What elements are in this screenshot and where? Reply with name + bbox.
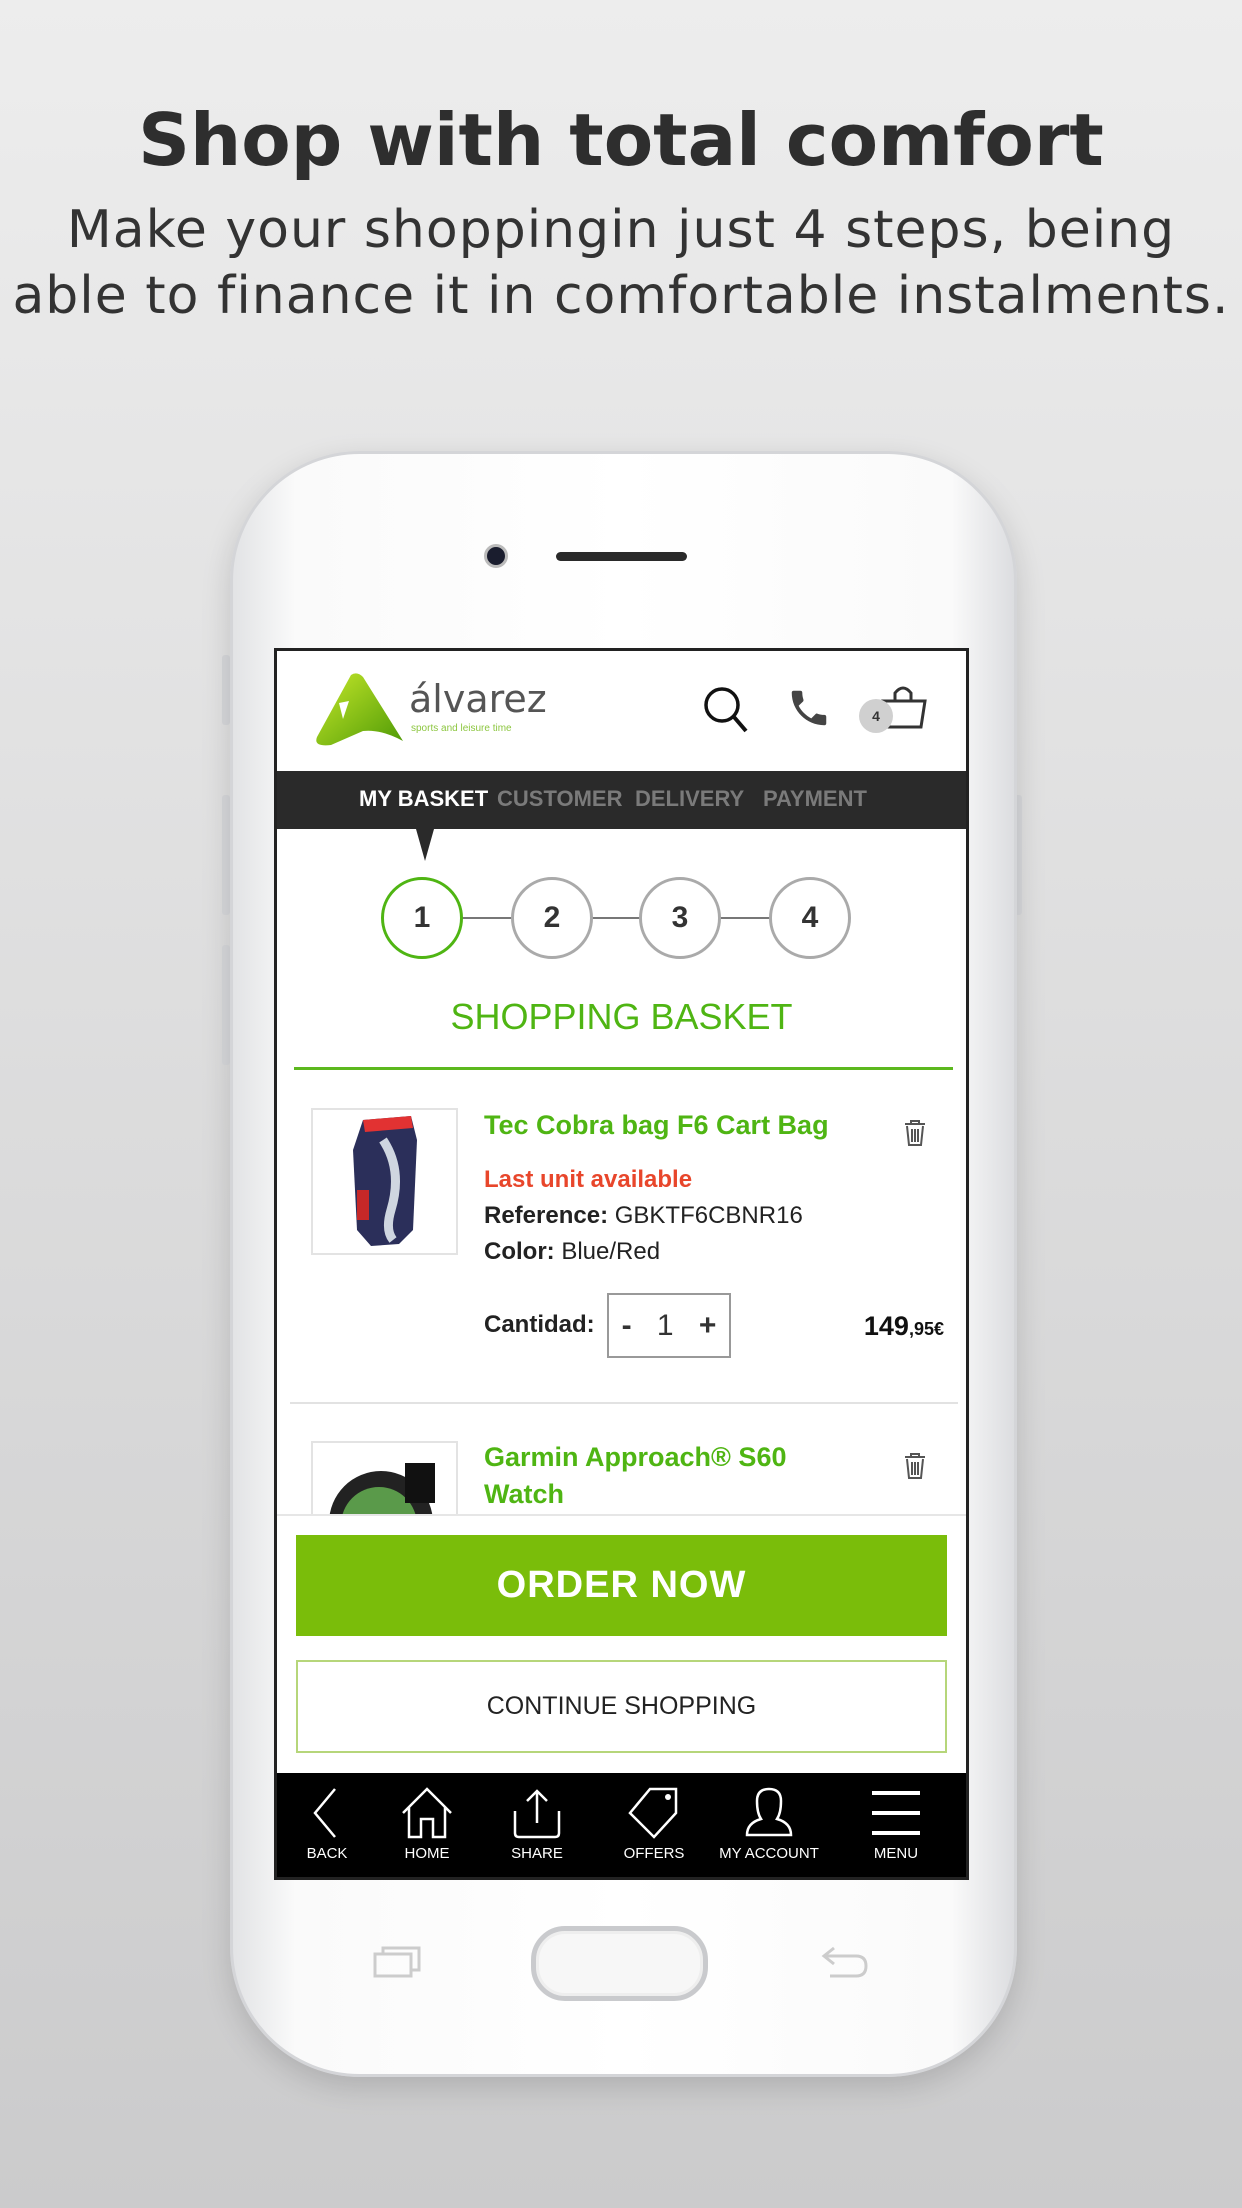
product-title-2: Garmin Approach® S60 Watch bbox=[484, 1442, 787, 1509]
app-header: álvarez sports and leisure time 4 bbox=[277, 651, 966, 771]
home-hardware-button[interactable] bbox=[531, 1926, 708, 2001]
step-3: 3 bbox=[639, 877, 721, 959]
order-now-button[interactable]: ORDER NOW bbox=[296, 1535, 947, 1636]
tab-customer[interactable]: CUSTOMER bbox=[497, 786, 623, 812]
phone-volume-down bbox=[222, 945, 230, 1065]
reference-label: Reference: bbox=[484, 1202, 609, 1229]
nav-home[interactable]: HOME bbox=[377, 1773, 477, 1862]
nav-share[interactable]: SHARE bbox=[487, 1773, 587, 1862]
step-1: 1 bbox=[381, 877, 463, 959]
quantity-value: 1 bbox=[656, 1308, 674, 1342]
stock-warning: Last unit available bbox=[484, 1166, 693, 1193]
promo-subtitle-line1: Make your shoppingin just 4 steps, being bbox=[66, 200, 1176, 260]
continue-shopping-button[interactable]: CONTINUE SHOPPING bbox=[296, 1660, 947, 1753]
nav-offers[interactable]: OFFERS bbox=[604, 1773, 704, 1862]
price-integer: 149 bbox=[863, 1311, 909, 1341]
chevron-left-icon bbox=[313, 1788, 336, 1838]
phone-icon[interactable] bbox=[786, 685, 832, 731]
steps-connector bbox=[422, 917, 816, 919]
decrement-button[interactable]: - bbox=[622, 1309, 632, 1343]
back-hardware-icon[interactable] bbox=[820, 1946, 868, 1978]
color-value: Blue/Red bbox=[561, 1238, 661, 1265]
product-image-golf-bag[interactable] bbox=[311, 1108, 458, 1255]
product-price: 149,95€ bbox=[864, 1311, 944, 1342]
action-panel: ORDER NOW CONTINUE SHOPPING bbox=[277, 1514, 966, 1774]
cart-count-badge: 4 bbox=[859, 699, 893, 733]
brand-name: álvarez bbox=[409, 677, 547, 721]
product-title[interactable]: Tec Cobra bag F6 Cart Bag bbox=[484, 1107, 829, 1144]
front-camera bbox=[484, 544, 508, 568]
step-4: 4 bbox=[769, 877, 851, 959]
active-tab-pointer bbox=[416, 829, 434, 861]
reference-value: GBKTF6CBNR16 bbox=[614, 1202, 803, 1229]
alvarez-logo-icon[interactable] bbox=[311, 671, 406, 751]
share-icon bbox=[513, 1789, 561, 1839]
phone-side-button bbox=[222, 655, 230, 725]
tab-my-basket[interactable]: MY BASKET bbox=[359, 786, 488, 812]
brand-tagline: sports and leisure time bbox=[411, 723, 512, 734]
tab-delivery[interactable]: DELIVERY bbox=[635, 786, 744, 812]
trash-icon[interactable] bbox=[903, 1452, 927, 1480]
promo-title: Shop with total comfort bbox=[138, 98, 1104, 182]
quantity-label: Cantidad: bbox=[484, 1311, 595, 1338]
home-icon bbox=[402, 1787, 452, 1839]
section-title: SHOPPING BASKET bbox=[450, 996, 793, 1037]
recent-apps-icon[interactable] bbox=[373, 1946, 421, 1978]
promo-subtitle-line2: able to finance it in comfortable instal… bbox=[12, 266, 1230, 326]
hamburger-menu-icon bbox=[872, 1791, 920, 1835]
speaker bbox=[556, 552, 687, 561]
trash-icon[interactable] bbox=[903, 1119, 927, 1147]
search-icon[interactable] bbox=[702, 685, 752, 737]
phone-volume-up bbox=[222, 795, 230, 915]
section-divider bbox=[294, 1067, 953, 1070]
checkout-tabs: MY BASKET CUSTOMER DELIVERY PAYMENT bbox=[277, 771, 966, 829]
increment-button[interactable]: + bbox=[699, 1309, 717, 1343]
step-2: 2 bbox=[511, 877, 593, 959]
price-decimals: ,95€ bbox=[908, 1319, 944, 1339]
quantity-stepper[interactable]: - 1 + bbox=[607, 1293, 731, 1358]
tag-icon bbox=[628, 1787, 678, 1839]
bottom-nav: BACK HOME SHARE OFFERS MY ACCOUNT MENU bbox=[277, 1773, 966, 1877]
item-divider bbox=[290, 1402, 958, 1404]
color-label: Color: bbox=[484, 1238, 555, 1265]
nav-menu[interactable]: MENU bbox=[846, 1773, 946, 1862]
user-icon bbox=[745, 1787, 793, 1837]
app-screen: álvarez sports and leisure time 4 MY BAS… bbox=[274, 648, 969, 1880]
nav-back[interactable]: BACK bbox=[277, 1773, 377, 1862]
nav-my-account[interactable]: MY ACCOUNT bbox=[709, 1773, 829, 1862]
tab-payment[interactable]: PAYMENT bbox=[763, 786, 867, 812]
